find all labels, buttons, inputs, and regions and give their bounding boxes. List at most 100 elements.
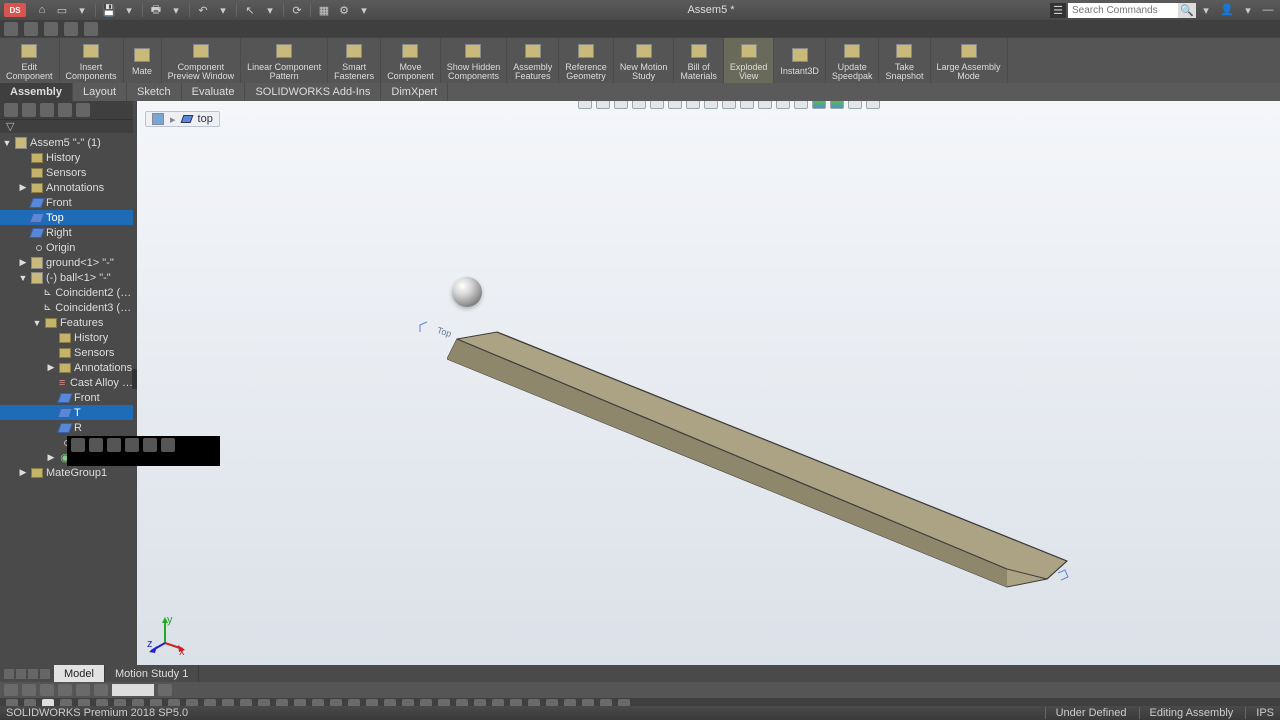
- view-icon[interactable]: [596, 101, 610, 109]
- scene-icon[interactable]: [830, 101, 844, 109]
- tree-item-ball-1[interactable]: ▼(-) ball<1> "-": [0, 270, 133, 285]
- ribbon-take-snapshot-button[interactable]: Take Snapshot: [879, 38, 930, 83]
- ribbon-show-hidden-components-button[interactable]: Show Hidden Components: [441, 38, 508, 83]
- search-scope-icon[interactable]: ☰: [1050, 3, 1066, 18]
- view-icon[interactable]: [740, 101, 754, 109]
- tree-item-top[interactable]: Top: [0, 210, 133, 225]
- options-icon[interactable]: ▦: [316, 2, 332, 18]
- view-icon[interactable]: [614, 101, 628, 109]
- timeline-icon[interactable]: [58, 684, 72, 696]
- ribbon-new-motion-study-button[interactable]: New Motion Study: [614, 38, 675, 83]
- undo-dropdown-icon[interactable]: ▾: [215, 2, 231, 18]
- timeline-icon[interactable]: [76, 684, 90, 696]
- tree-item-history[interactable]: History: [0, 150, 133, 165]
- tree-tab-icon[interactable]: [22, 103, 36, 117]
- ribbon-tab-assembly[interactable]: Assembly: [0, 83, 73, 101]
- timeline-icon[interactable]: [22, 684, 36, 696]
- graphics-viewport[interactable]: ▸ top T: [137, 101, 1280, 665]
- tree-tab-icon[interactable]: [76, 103, 90, 117]
- tree-item-features[interactable]: ▼Features: [0, 315, 133, 330]
- tree-item-front[interactable]: Front: [0, 195, 133, 210]
- open-dropdown-icon[interactable]: ▾: [74, 2, 90, 18]
- tree-item-annotations[interactable]: ▶Annotations: [0, 180, 133, 195]
- ribbon-update-speedpak-button[interactable]: Update Speedpak: [826, 38, 880, 83]
- tree-item-sensors[interactable]: Sensors: [0, 345, 133, 360]
- ribbon-mate-button[interactable]: Mate: [124, 38, 162, 83]
- view-icon[interactable]: [686, 101, 700, 109]
- ctx-section-icon[interactable]: [107, 438, 121, 452]
- ribbon-exploded-view-button[interactable]: Exploded View: [724, 38, 775, 83]
- ctx-zoom-icon[interactable]: [161, 438, 175, 452]
- settings-dropdown-icon[interactable]: ▾: [356, 2, 372, 18]
- model-tab-model[interactable]: Model: [54, 665, 105, 682]
- feature-tree[interactable]: ▼Assem5 "-" (1)HistorySensors▶Annotation…: [0, 133, 133, 665]
- tree-item-coincident3-ri[interactable]: ⊾Coincident3 ("-",Ri...: [0, 300, 133, 315]
- ribbon-tab-evaluate[interactable]: Evaluate: [182, 83, 246, 101]
- timeline-key-slot[interactable]: [112, 684, 154, 696]
- ribbon-linear-component-pattern-button[interactable]: Linear Component Pattern: [241, 38, 328, 83]
- ground-part[interactable]: [447, 329, 1087, 597]
- timeline-icon[interactable]: [4, 684, 18, 696]
- save-icon[interactable]: 💾: [101, 2, 117, 18]
- view-icon[interactable]: [794, 101, 808, 109]
- ball-part[interactable]: [452, 277, 482, 307]
- search-dropdown-icon[interactable]: ▾: [1198, 2, 1214, 18]
- new-icon[interactable]: ▭: [54, 2, 70, 18]
- rebuild-icon[interactable]: ⟳: [289, 2, 305, 18]
- view-icon[interactable]: [632, 101, 646, 109]
- undo-icon[interactable]: ↶: [195, 2, 211, 18]
- model-tab-motion-study-1[interactable]: Motion Study 1: [105, 665, 199, 682]
- ctx-normal-to-icon[interactable]: [71, 438, 85, 452]
- view-icon[interactable]: [758, 101, 772, 109]
- ribbon-assembly-features-button[interactable]: Assembly Features: [507, 38, 559, 83]
- tree-item-t[interactable]: T: [0, 405, 133, 420]
- ribbon-component-preview-window-button[interactable]: Component Preview Window: [162, 38, 242, 83]
- qa-icon[interactable]: [84, 22, 98, 36]
- tree-filter[interactable]: ▽: [0, 119, 133, 133]
- select-dropdown-icon[interactable]: ▾: [262, 2, 278, 18]
- tree-item-history[interactable]: History: [0, 330, 133, 345]
- view-settings-icon[interactable]: [848, 101, 862, 109]
- ribbon-tab-solidworks-add-ins[interactable]: SOLIDWORKS Add-Ins: [245, 83, 381, 101]
- appearance-icon[interactable]: [812, 101, 826, 109]
- view-icon[interactable]: [776, 101, 790, 109]
- tree-item-sensors[interactable]: Sensors: [0, 165, 133, 180]
- tree-tab-icon[interactable]: [4, 103, 18, 117]
- tree-item-cast-alloy-steel[interactable]: ≡Cast Alloy Steel: [0, 375, 133, 390]
- qa-icon[interactable]: [4, 22, 18, 36]
- ribbon-move-component-button[interactable]: Move Component: [381, 38, 441, 83]
- display-style-icon[interactable]: [722, 101, 736, 109]
- selection-breadcrumb[interactable]: ▸ top: [145, 111, 220, 127]
- zoom-fit-icon[interactable]: [650, 101, 664, 109]
- ribbon-instant-d-button[interactable]: Instant3D: [774, 38, 826, 83]
- tree-item-annotations[interactable]: ▶Annotations: [0, 360, 133, 375]
- ribbon-bill-of-materials-button[interactable]: Bill of Materials: [674, 38, 724, 83]
- select-icon[interactable]: ↖: [242, 2, 258, 18]
- save-dropdown-icon[interactable]: ▾: [121, 2, 137, 18]
- ribbon-large-assembly-mode-button[interactable]: Large Assembly Mode: [931, 38, 1008, 83]
- home-icon[interactable]: ⌂: [34, 2, 50, 18]
- tree-item-origin[interactable]: Origin: [0, 240, 133, 255]
- tree-item-ground-1[interactable]: ▶ground<1> "-": [0, 255, 133, 270]
- tree-tab-icon[interactable]: [58, 103, 72, 117]
- view-icon[interactable]: [668, 101, 682, 109]
- tree-tab-icon[interactable]: [40, 103, 54, 117]
- qa-icon[interactable]: [24, 22, 38, 36]
- qa-icon[interactable]: [64, 22, 78, 36]
- ribbon-tab-sketch[interactable]: Sketch: [127, 83, 182, 101]
- tree-item-mategroup1[interactable]: ▶MateGroup1: [0, 465, 133, 480]
- tree-root[interactable]: ▼Assem5 "-" (1): [0, 135, 133, 150]
- help-dropdown-icon[interactable]: ▾: [1240, 2, 1256, 18]
- print-icon[interactable]: 🖶: [148, 2, 164, 18]
- ribbon-reference-geometry-button[interactable]: Reference Geometry: [559, 38, 614, 83]
- ribbon-tab-dimxpert[interactable]: DimXpert: [381, 83, 448, 101]
- ribbon-insert-components-button[interactable]: Insert Components: [60, 38, 124, 83]
- ribbon-smart-fasteners-button[interactable]: Smart Fasteners: [328, 38, 381, 83]
- minimize-icon[interactable]: —: [1260, 3, 1276, 17]
- view-icon[interactable]: [866, 101, 880, 109]
- plane-corner-handle[interactable]: [419, 321, 431, 333]
- view-icon[interactable]: [704, 101, 718, 109]
- user-icon[interactable]: 👤: [1220, 3, 1234, 17]
- search-input[interactable]: [1068, 3, 1178, 18]
- ctx-sketch-icon[interactable]: [89, 438, 103, 452]
